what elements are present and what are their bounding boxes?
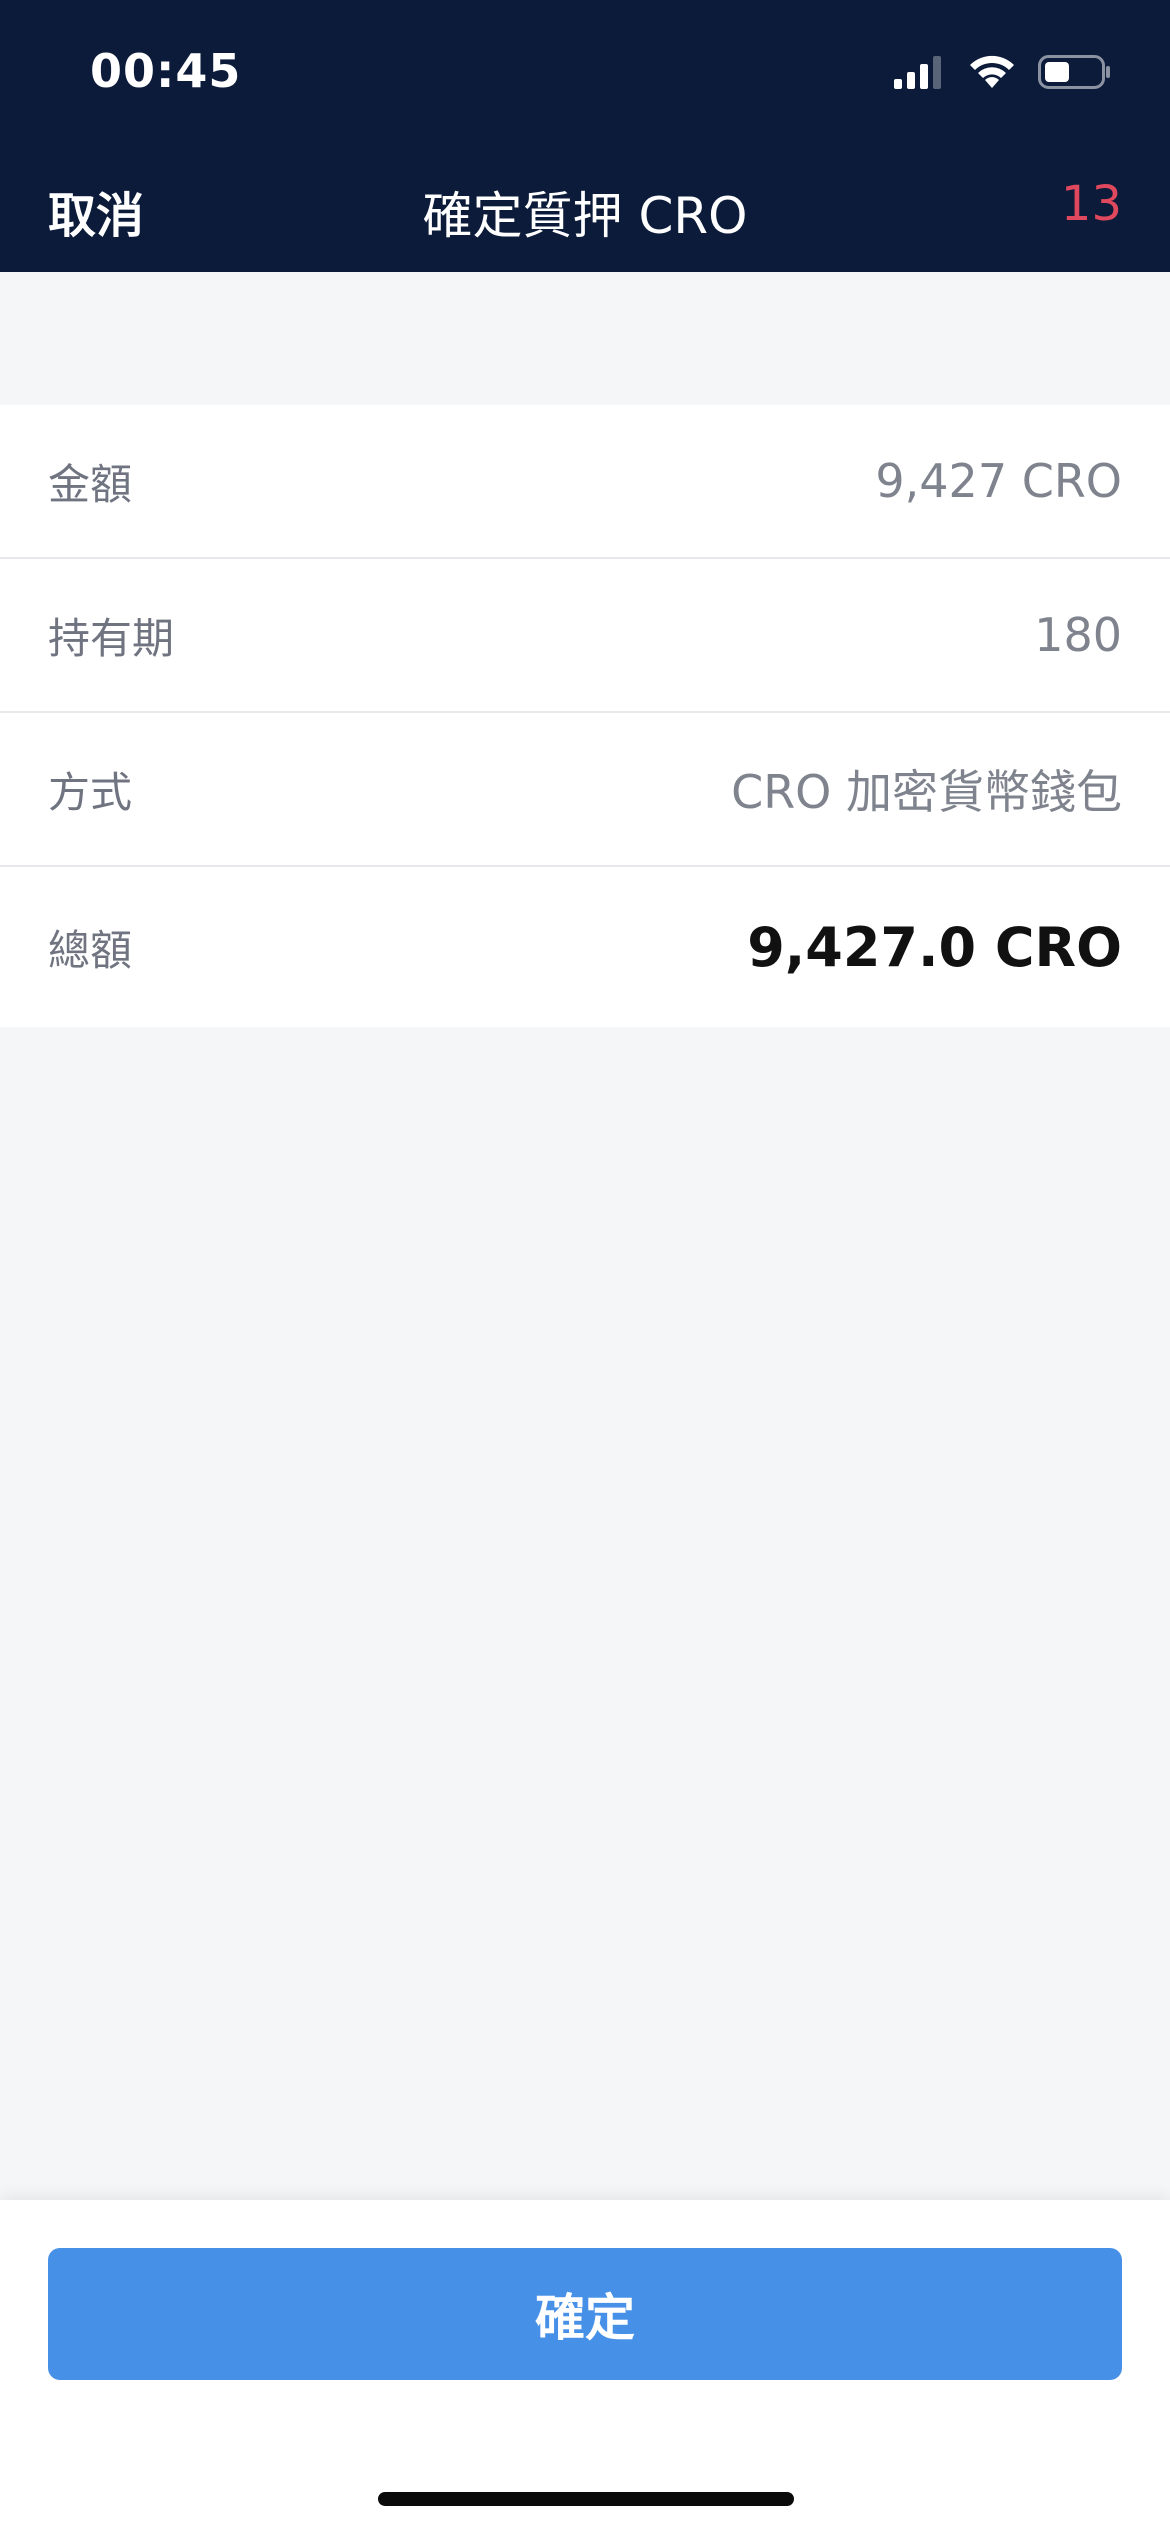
method-label: 方式 [48,767,133,817]
holding-period-value: 180 [1034,608,1122,662]
method-value: CRO 加密貨幣錢包 [731,765,1122,819]
detail-row-total: 總額 9,427.0 CRO [0,867,1170,1027]
amount-label: 金額 [48,459,133,509]
detail-row-amount: 金額 9,427 CRO [0,405,1170,559]
holding-period-label: 持有期 [48,613,175,663]
bottom-action-bar: 確定 [0,2200,1170,2532]
top-bar: 00:45 取消 確定質押 CRO 13 [0,0,1170,272]
countdown-timer: 13 [1060,176,1122,232]
status-icons [894,52,1112,92]
wifi-icon [970,55,1014,88]
cellular-signal-icon [894,56,941,89]
status-time: 00:45 [90,44,242,98]
cancel-button[interactable]: 取消 [48,176,144,246]
amount-value: 9,427 CRO [875,454,1122,508]
detail-row-method: 方式 CRO 加密貨幣錢包 [0,713,1170,867]
detail-row-holding-period: 持有期 180 [0,559,1170,713]
home-indicator[interactable] [378,2492,794,2506]
total-label: 總額 [48,925,133,975]
battery-icon [1038,55,1110,89]
confirm-button[interactable]: 確定 [48,2248,1122,2380]
page-title: 確定質押 CRO [422,187,748,245]
total-value: 9,427.0 CRO [747,915,1122,979]
stake-details-list: 金額 9,427 CRO 持有期 180 方式 CRO 加密貨幣錢包 總額 9,… [0,405,1170,1027]
